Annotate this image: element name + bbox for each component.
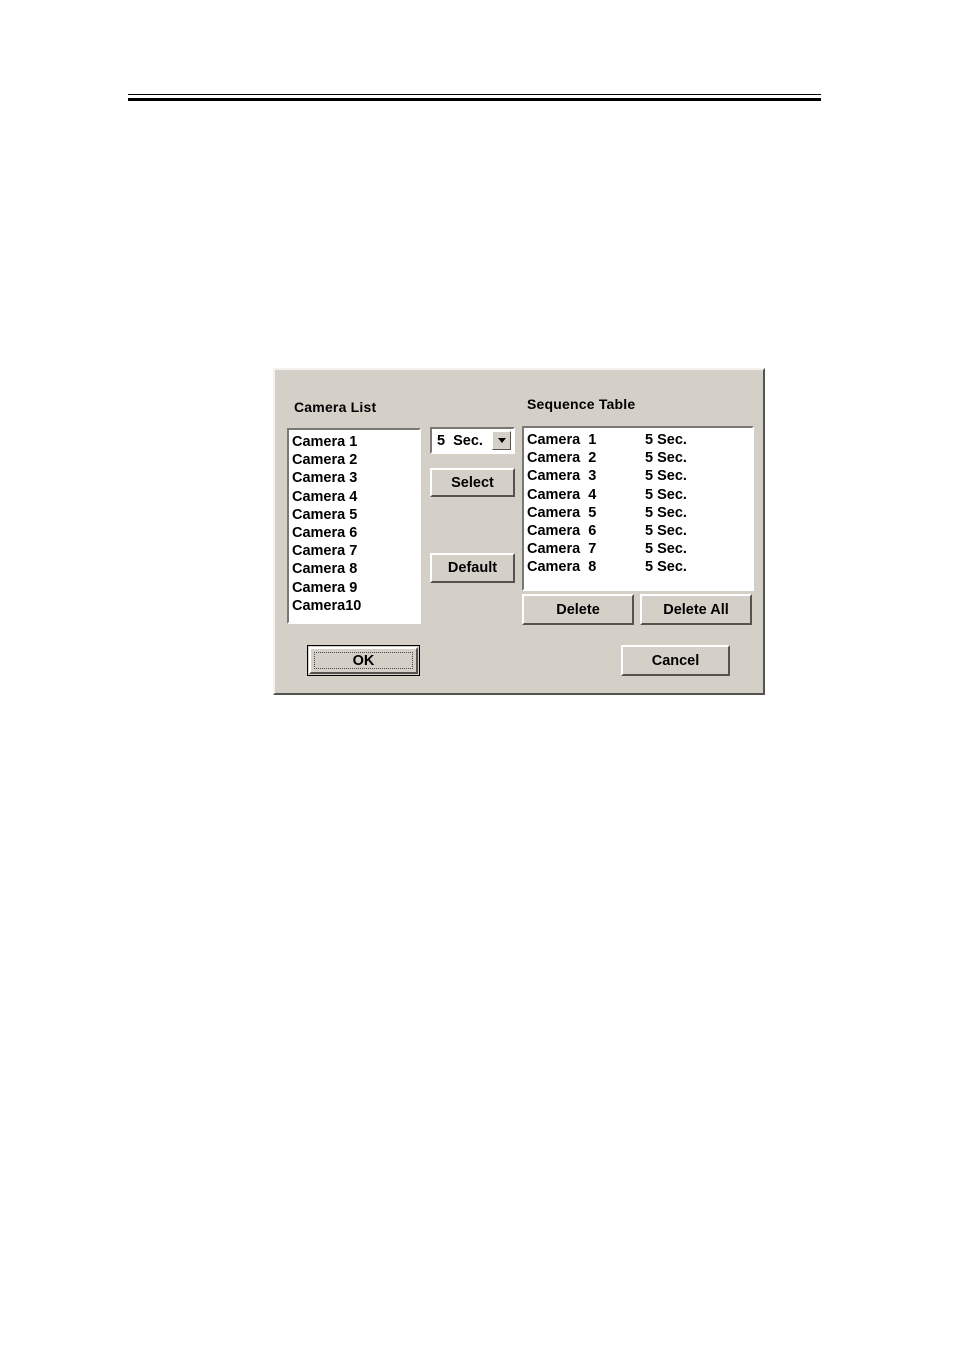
table-cell-camera: Camera 5 <box>527 504 597 521</box>
table-row[interactable]: Camera 7 5 Sec. <box>527 540 752 558</box>
list-item[interactable]: Camera 3 <box>292 469 419 487</box>
table-cell-duration: 5 Sec. <box>645 504 687 521</box>
table-row[interactable]: Camera 6 5 Sec. <box>527 522 752 540</box>
list-item[interactable]: Camera 4 <box>292 488 419 506</box>
table-cell-camera: Camera 8 <box>527 559 597 576</box>
sequence-table-box[interactable]: Camera 1 5 Sec. Camera 2 5 Sec. Camera 3 5 Se… <box>522 426 754 591</box>
ok-button[interactable]: OK <box>307 645 420 676</box>
list-item[interactable]: Camera 6 <box>292 524 419 542</box>
delete-all-button[interactable]: Delete All <box>640 594 752 625</box>
select-button[interactable]: Select <box>430 468 515 497</box>
header-rule-thick <box>128 98 821 101</box>
duration-dropdown[interactable]: 5 Sec. <box>430 427 515 454</box>
duration-dropdown-value: 5 Sec. <box>437 432 483 449</box>
header-rule <box>128 94 821 102</box>
table-cell-camera: Camera 1 <box>527 432 597 448</box>
ok-button-label: OK <box>352 652 375 669</box>
camera-list-box[interactable]: Camera 1 Camera 2 Camera 3 Camera 4 Camera 5… <box>287 428 421 624</box>
table-cell-duration: 5 Sec. <box>645 541 687 558</box>
sequence-table-label: Sequence Table <box>527 396 636 412</box>
table-cell-camera: Camera 3 <box>527 468 597 485</box>
list-item[interactable]: Camera10 <box>292 597 419 615</box>
list-item[interactable]: Camera 1 <box>292 433 419 451</box>
table-cell-duration: 5 Sec. <box>645 432 687 448</box>
list-item[interactable]: Camera 7 <box>292 542 419 560</box>
cancel-button[interactable]: Cancel <box>621 645 730 676</box>
sequence-setup-dialog: Camera List Sequence Table Camera 1 Camer… <box>273 368 765 695</box>
table-row[interactable]: Camera 1 5 Sec. <box>527 431 752 449</box>
header-rule-thin <box>128 94 821 95</box>
ok-button-face[interactable]: OK <box>309 647 418 674</box>
table-cell-duration: 5 Sec. <box>645 450 687 467</box>
table-row[interactable]: Camera 3 5 Sec. <box>527 467 752 485</box>
delete-button[interactable]: Delete <box>522 594 634 625</box>
table-cell-duration: 5 Sec. <box>645 468 687 485</box>
list-item[interactable]: Camera 9 <box>292 579 419 597</box>
list-item[interactable]: Camera 5 <box>292 506 419 524</box>
camera-list-label: Camera List <box>294 399 377 415</box>
table-row[interactable]: Camera 5 5 Sec. <box>527 504 752 522</box>
table-cell-camera: Camera 7 <box>527 541 597 558</box>
table-cell-camera: Camera 4 <box>527 486 597 503</box>
table-cell-duration: 5 Sec. <box>645 486 687 503</box>
table-cell-camera: Camera 2 <box>527 450 597 467</box>
table-row[interactable]: Camera 8 5 Sec. <box>527 558 752 576</box>
list-item[interactable]: Camera 8 <box>292 560 419 578</box>
table-cell-duration: 5 Sec. <box>645 523 687 540</box>
chevron-down-icon[interactable] <box>492 431 511 450</box>
table-row[interactable]: Camera 4 5 Sec. <box>527 486 752 504</box>
list-item[interactable]: Camera 2 <box>292 451 419 469</box>
table-row[interactable]: Camera 2 5 Sec. <box>527 449 752 467</box>
table-cell-camera: Camera 6 <box>527 523 597 540</box>
table-cell-duration: 5 Sec. <box>645 559 687 576</box>
chevron-down-glyph <box>497 438 506 443</box>
default-button[interactable]: Default <box>430 553 515 583</box>
